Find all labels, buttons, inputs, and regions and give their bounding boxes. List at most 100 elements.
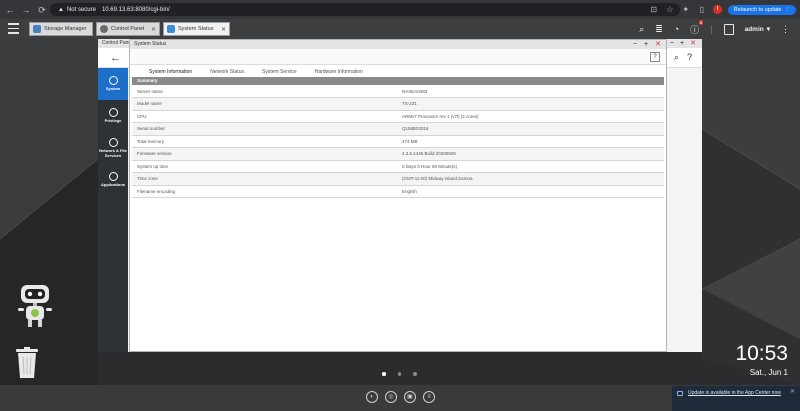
gear-icon: [108, 76, 118, 86]
maximize-icon[interactable]: +: [680, 39, 684, 48]
notification-count: 6: [699, 19, 704, 25]
close-icon[interactable]: ✕: [151, 26, 156, 33]
sidebar-item-system[interactable]: System: [98, 68, 128, 100]
recycle-bin-icon[interactable]: [14, 347, 40, 379]
main-menu-icon[interactable]: [8, 23, 19, 34]
maximize-icon[interactable]: +: [644, 40, 648, 49]
taskbar-tab-system-status[interactable]: System Status ✕: [163, 22, 230, 36]
table-row: System up time 0 Days 0 Hour 50 Minute(s): [132, 160, 664, 173]
search-icon[interactable]: ⌕: [674, 52, 679, 63]
notes-icon[interactable]: ≡: [423, 391, 435, 403]
more-vertical-icon: ⋮: [784, 6, 791, 13]
row-key: Firmware version: [132, 147, 402, 161]
system-status-toolbar: ?: [130, 49, 666, 65]
row-key: Model name: [132, 97, 402, 111]
system-status-window-controls: − + ✕: [633, 40, 661, 49]
notifications-icon[interactable]: ⓘ 6: [690, 19, 704, 36]
notification-text[interactable]: Update is available in the App Center no…: [688, 390, 781, 396]
window-title: System Status: [134, 41, 167, 47]
control-panel-window-controls: − + ✕: [670, 39, 696, 48]
search-icon[interactable]: ⌕: [639, 24, 644, 35]
relaunch-label: Relaunch to update: [733, 6, 782, 13]
help-icon[interactable]: ?: [687, 52, 692, 63]
helpdesk-robot-icon[interactable]: [12, 281, 58, 331]
dropdown-icon: ▾: [766, 26, 770, 33]
backup-icon[interactable]: ▣: [404, 391, 416, 403]
reload-icon[interactable]: ⟳: [36, 4, 48, 16]
minimize-icon[interactable]: −: [670, 39, 674, 48]
page-dot[interactable]: [382, 372, 386, 376]
warning-icon: ▲: [58, 6, 64, 13]
system-info-table: Server name NASEA0383 Model name TS-231 CP…: [132, 85, 664, 198]
sidepanel-icon[interactable]: ▯: [697, 5, 707, 14]
more-icon[interactable]: ⋮: [781, 24, 790, 35]
forward-arrow-icon[interactable]: →: [20, 4, 32, 16]
taskbar-tab-control-panel[interactable]: Control Panel ✕: [96, 22, 160, 36]
system-information-panel: Summary Server name NASEA0383 Model name T…: [130, 77, 666, 198]
row-key: Total memory: [132, 135, 402, 148]
storage-icon: [33, 25, 41, 33]
url-text: 10.69.13.63:8080/cgi-bin/: [101, 6, 170, 13]
user-icon: [108, 108, 118, 118]
table-row: Total memory 474 MB: [132, 135, 664, 148]
install-icon[interactable]: ⊡: [649, 5, 659, 14]
table-row: Filename encoding English: [132, 185, 664, 198]
close-icon[interactable]: ✕: [655, 40, 661, 49]
table-row: Model name TS-231: [132, 97, 664, 111]
close-icon[interactable]: ✕: [690, 39, 696, 48]
qts-taskbar: Storage Manager Control Panel ✕ System S…: [0, 19, 800, 39]
extensions-icon[interactable]: ✦: [681, 5, 691, 14]
clock-time: 10:53: [735, 342, 788, 365]
sidebar-item-applications[interactable]: Applications: [98, 164, 128, 196]
control-panel-sidebar: System Privilege Network & File Services…: [98, 68, 128, 352]
back-arrow-icon[interactable]: ←: [4, 4, 16, 16]
sidebar-item-label: System: [105, 86, 121, 92]
sidebar-item-privilege[interactable]: Privilege: [98, 100, 128, 132]
monitor-icon: [167, 25, 175, 33]
back-icon[interactable]: ←: [110, 52, 121, 64]
user-menu[interactable]: admin ▾: [745, 25, 770, 34]
sync-icon[interactable]: ◔: [674, 24, 679, 34]
help-icon[interactable]: ?: [650, 52, 660, 62]
row-value: English: [402, 185, 664, 198]
update-notification[interactable]: ✕ Update is available in the App Center …: [672, 386, 800, 411]
browser-toolbar: ← → ⟳ ▲ Not secure 10.69.13.63:8080/cgi-…: [0, 0, 800, 19]
user-icon[interactable]: [723, 23, 734, 35]
security-label: Not secure: [66, 6, 96, 13]
minimize-icon[interactable]: −: [633, 40, 637, 49]
tab-label: System Status: [178, 26, 214, 32]
apps-icon: [108, 172, 118, 182]
window-title: Control Panel: [102, 40, 133, 46]
star-icon[interactable]: ☆: [665, 5, 675, 14]
system-status-titlebar[interactable]: System Status: [130, 40, 666, 49]
dashboard-icon[interactable]: ◐: [366, 391, 378, 403]
taskbar-tab-storage-manager[interactable]: Storage Manager: [29, 22, 93, 36]
sidebar-item-label: Applications: [100, 182, 125, 188]
sidebar-item-network[interactable]: Network & File Services: [98, 132, 128, 164]
address-bar[interactable]: ▲ Not secure 10.69.13.63:8080/cgi-bin/: [50, 3, 680, 16]
security-indicator[interactable]: ▲ Not secure: [58, 7, 96, 13]
table-row: Time zone (GMT-11:00) Midway Island,Samoa: [132, 172, 664, 186]
row-value: (GMT-11:00) Midway Island,Samoa: [402, 172, 664, 186]
system-status-window: System Status − + ✕ ? System Information…: [129, 39, 667, 352]
desktop-clock: 10:53 Sat., Jun 1: [735, 342, 788, 378]
resource-monitor-icon[interactable]: ◎: [385, 391, 397, 403]
close-icon[interactable]: ✕: [221, 26, 226, 33]
row-value: TS-231: [402, 97, 664, 111]
tab-label: Control Panel: [111, 26, 145, 32]
table-row: Serial number Q158B03316: [132, 122, 664, 136]
row-key: Serial number: [132, 122, 402, 136]
stack-icon[interactable]: ≣: [655, 24, 663, 35]
row-value: 474 MB: [402, 135, 664, 148]
clock-date: Sat., Jun 1: [749, 368, 788, 377]
relaunch-button[interactable]: Relaunch to update ⋮: [727, 4, 796, 15]
page-dot[interactable]: [413, 372, 417, 376]
close-icon[interactable]: ✕: [790, 389, 795, 395]
summary-header: Summary: [132, 77, 664, 85]
message-icon: [677, 391, 683, 396]
profile-avatar[interactable]: I: [712, 5, 722, 14]
page-dot[interactable]: [397, 372, 401, 376]
row-value: Q158B03316: [402, 122, 664, 136]
sidebar-item-label: Network & File Services: [99, 148, 127, 158]
row-value: 0 Days 0 Hour 50 Minute(s): [402, 160, 664, 173]
